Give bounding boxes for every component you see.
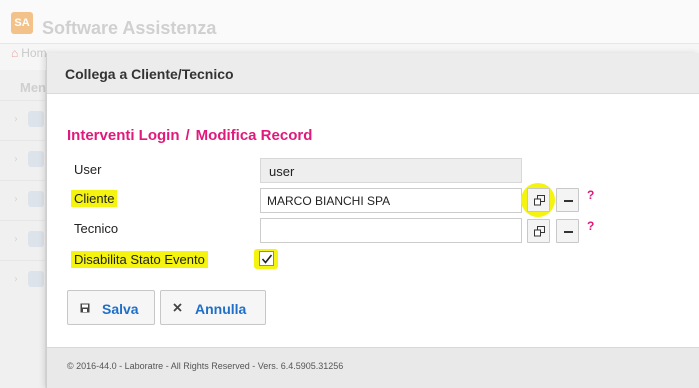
user-label: User: [74, 162, 102, 177]
save-button-label: Salva: [102, 301, 139, 317]
tecnico-field[interactable]: [260, 218, 522, 243]
app-title: Software Assistenza: [42, 18, 217, 38]
table-icon: [28, 111, 44, 127]
minus-icon: [564, 200, 573, 202]
breadcrumb-modifica-record: Modifica Record: [195, 127, 313, 144]
record-breadcrumb: Interventi Login / Modifica Record: [67, 127, 312, 144]
open-window-icon: [534, 195, 545, 206]
sidebar-item-calendar: ›: [0, 140, 46, 180]
sidebar-item-print: ›: [0, 180, 46, 220]
close-icon: [173, 303, 182, 312]
breadcrumb-interventi-login: Interventi Login: [67, 127, 180, 144]
home-icon: ⌂: [11, 46, 19, 60]
menu-label: Men: [20, 80, 46, 95]
open-window-icon: [534, 226, 545, 237]
wrench-icon: [28, 271, 44, 287]
dialog-footer: © 2016-44.0 - Laboratre - All Rights Res…: [47, 347, 699, 388]
tecnico-clear-button[interactable]: [556, 219, 579, 243]
cliente-help-icon[interactable]: ?: [587, 188, 594, 202]
printer-icon: [28, 191, 44, 207]
background-breadcrumb: ⌂ Hom: [11, 46, 47, 60]
minus-icon: [564, 231, 573, 233]
disabilita-stato-evento-label: Disabilita Stato Evento: [71, 251, 208, 268]
cliente-clear-button[interactable]: [556, 188, 579, 212]
sidebar-item-table: ›: [0, 100, 46, 140]
save-button[interactable]: Salva: [67, 290, 155, 325]
cliente-lookup-button[interactable]: [527, 188, 550, 212]
cliente-label: Cliente: [71, 190, 118, 207]
app-header: SA Software Assistenza: [0, 0, 699, 44]
tecnico-lookup-button[interactable]: [527, 219, 550, 243]
dialog-header: Collega a Cliente/Tecnico: [47, 53, 699, 94]
breadcrumb-separator: /: [185, 127, 190, 144]
floppy-disk-icon: [80, 303, 90, 313]
user-field: user: [260, 158, 522, 183]
app-logo: SA: [11, 12, 33, 34]
dialog-title: Collega a Cliente/Tecnico: [65, 66, 234, 82]
sidebar-item-chart: ›: [0, 220, 46, 260]
cancel-button-label: Annulla: [195, 301, 247, 317]
calendar-icon: [28, 151, 44, 167]
tecnico-help-icon[interactable]: ?: [587, 219, 594, 233]
disabilita-stato-evento-checkbox[interactable]: [259, 251, 274, 266]
cliente-field[interactable]: MARCO BIANCHI SPA: [260, 188, 522, 213]
link-client-technician-dialog: Collega a Cliente/Tecnico Interventi Log…: [46, 53, 699, 388]
checkmark-icon: [261, 254, 273, 264]
cancel-button[interactable]: Annulla: [160, 290, 266, 325]
sidebar-item-tools: ›: [0, 260, 46, 300]
tecnico-label: Tecnico: [74, 221, 119, 236]
sidebar: › › › › ›: [0, 70, 46, 388]
pie-chart-icon: [28, 231, 44, 247]
copyright-text: © 2016-44.0 - Laboratre - All Rights Res…: [67, 361, 344, 371]
